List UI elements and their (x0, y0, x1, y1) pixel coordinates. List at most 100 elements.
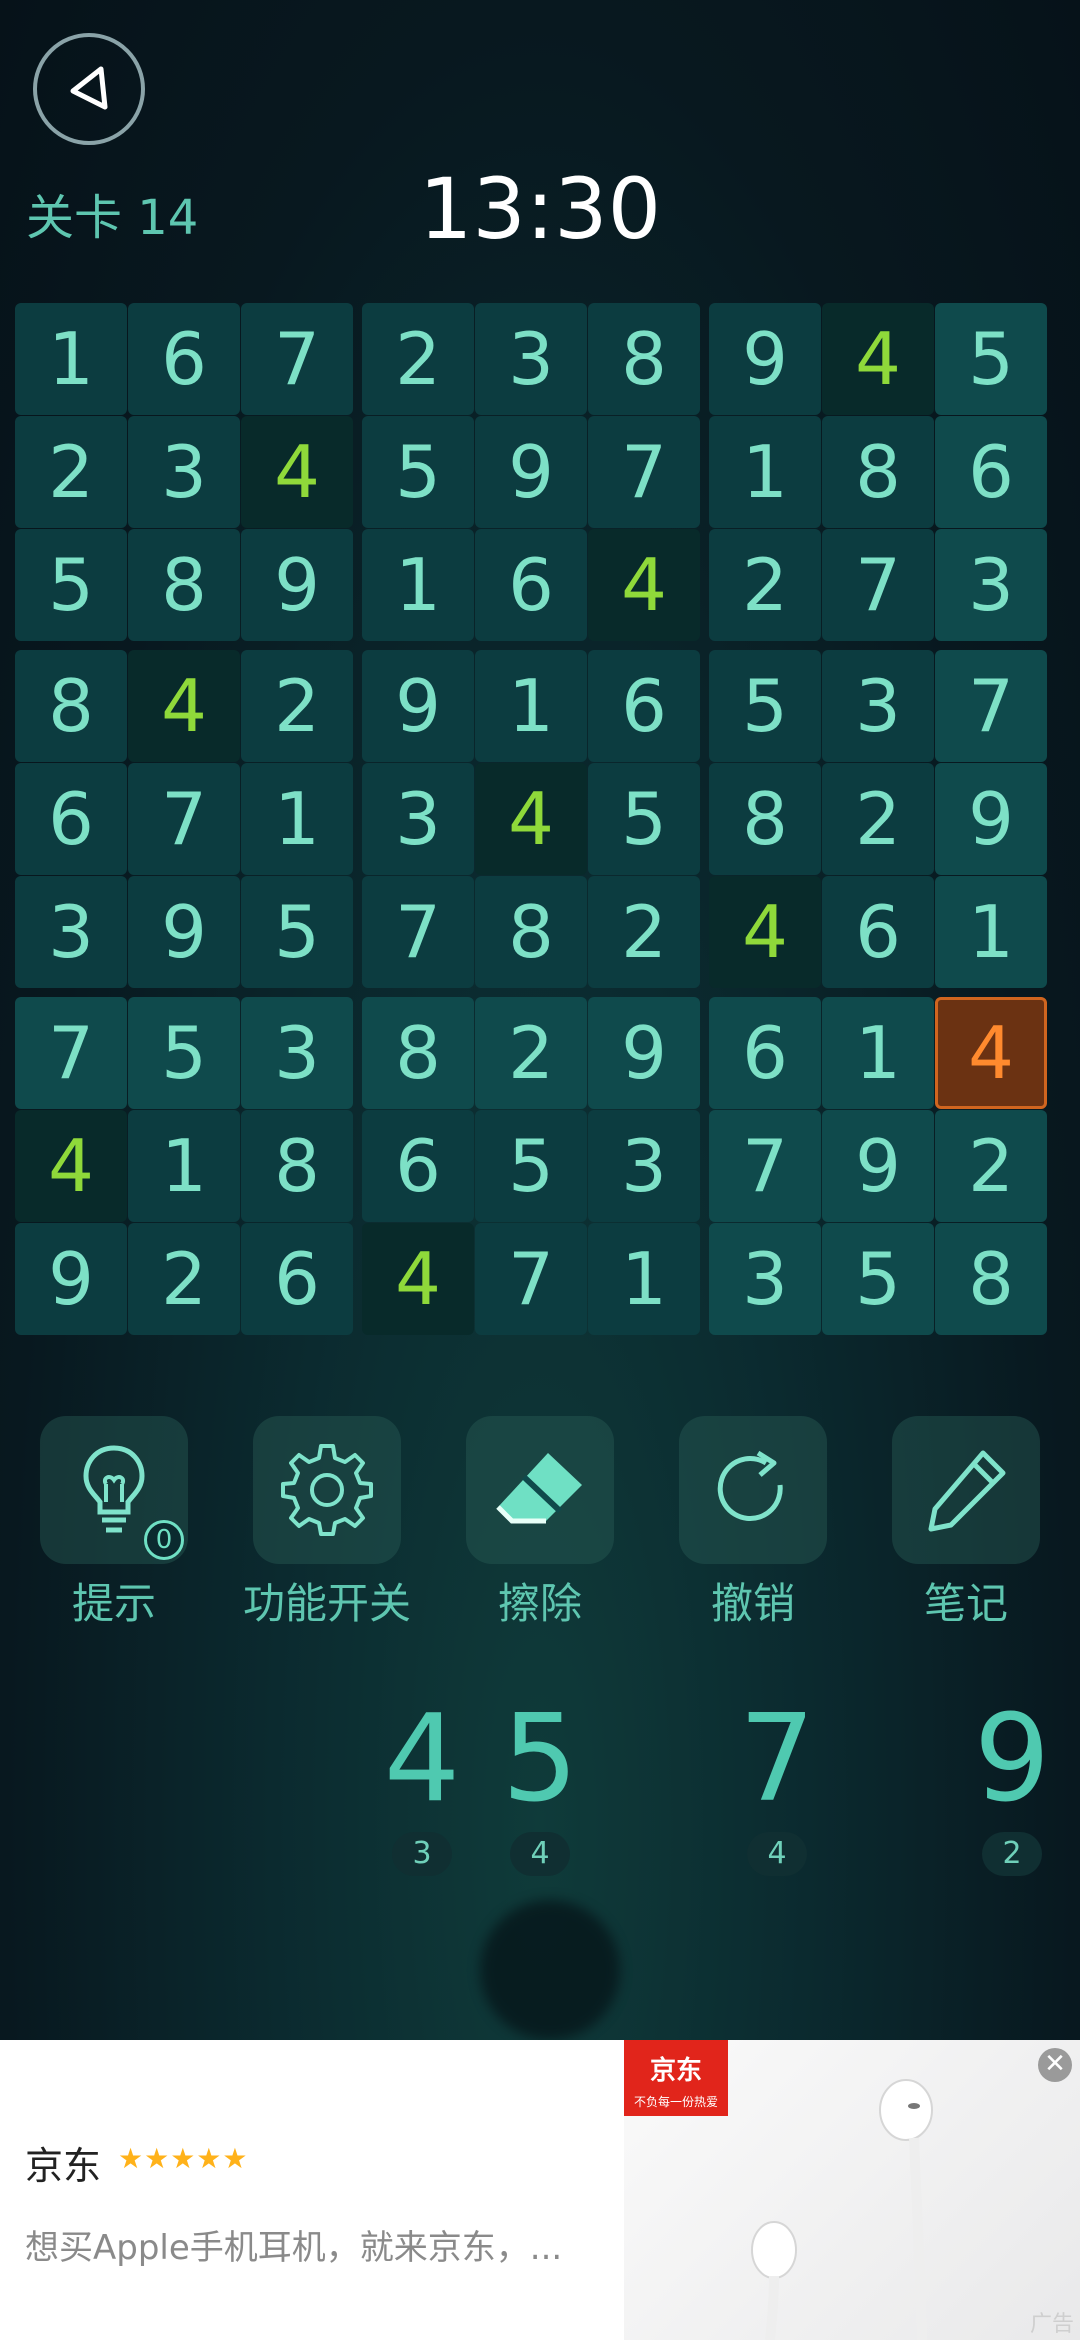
sudoku-cell-r3c8[interactable]: 7 (822, 529, 934, 641)
sudoku-cell-r3c5[interactable]: 6 (475, 529, 587, 641)
sudoku-cell-r7c9[interactable]: 4 (935, 997, 1047, 1109)
sudoku-cell-r6c4[interactable]: 7 (362, 876, 474, 988)
sudoku-cell-r2c1[interactable]: 2 (15, 416, 127, 528)
sudoku-cell-r4c7[interactable]: 5 (709, 650, 821, 762)
sudoku-cell-r9c4[interactable]: 4 (362, 1223, 474, 1335)
number-pad-4[interactable]: 4 (372, 1690, 472, 1829)
sudoku-cell-r3c4[interactable]: 1 (362, 529, 474, 641)
sudoku-cell-r3c3[interactable]: 9 (241, 529, 353, 641)
sudoku-cell-r6c8[interactable]: 6 (822, 876, 934, 988)
earphones-image (751, 2079, 933, 2340)
sudoku-cell-r6c5[interactable]: 8 (475, 876, 587, 988)
sudoku-cell-r9c1[interactable]: 9 (15, 1223, 127, 1335)
sudoku-cell-r2c3[interactable]: 4 (241, 416, 353, 528)
sudoku-cell-r2c8[interactable]: 8 (822, 416, 934, 528)
sudoku-cell-r1c9[interactable]: 5 (935, 303, 1047, 415)
sudoku-cell-r7c8[interactable]: 1 (822, 997, 934, 1109)
sudoku-cell-r8c3[interactable]: 8 (241, 1110, 353, 1222)
notes-label: 笔记 (923, 1579, 1008, 1628)
sudoku-cell-r1c2[interactable]: 6 (128, 303, 240, 415)
lightbulb-icon (83, 1445, 145, 1533)
sudoku-cell-r3c2[interactable]: 8 (128, 529, 240, 641)
sudoku-cell-r1c3[interactable]: 7 (241, 303, 353, 415)
sudoku-cell-r8c4[interactable]: 6 (362, 1110, 474, 1222)
sudoku-cell-r6c2[interactable]: 9 (128, 876, 240, 988)
number-pad-5[interactable]: 5 (490, 1690, 590, 1829)
number-pad-9[interactable]: 9 (962, 1690, 1062, 1829)
eraser-icon (496, 1453, 582, 1524)
ad-banner[interactable]: 京东 ★★★★★ 想买Apple手机耳机，就来京东，... 京东 不负每一份热爱… (0, 2040, 1080, 2340)
undo-label: 撤销 (710, 1579, 795, 1628)
sudoku-cell-r1c5[interactable]: 3 (475, 303, 587, 415)
sudoku-cell-r6c7[interactable]: 4 (709, 876, 821, 988)
sudoku-cell-r8c2[interactable]: 1 (128, 1110, 240, 1222)
sudoku-cell-r1c6[interactable]: 8 (588, 303, 700, 415)
sudoku-cell-r5c4[interactable]: 3 (362, 763, 474, 875)
sudoku-cell-r4c5[interactable]: 1 (475, 650, 587, 762)
sudoku-cell-r2c5[interactable]: 9 (475, 416, 587, 528)
sudoku-cell-r7c5[interactable]: 2 (475, 997, 587, 1109)
sudoku-cell-r7c3[interactable]: 3 (241, 997, 353, 1109)
notes-button[interactable] (892, 1416, 1040, 1564)
sudoku-cell-r9c9[interactable]: 8 (935, 1223, 1047, 1335)
sudoku-cell-r6c1[interactable]: 3 (15, 876, 127, 988)
erase-button[interactable] (466, 1416, 614, 1564)
sudoku-cell-r3c6[interactable]: 4 (588, 529, 700, 641)
sudoku-cell-r5c8[interactable]: 2 (822, 763, 934, 875)
sudoku-cell-r2c4[interactable]: 5 (362, 416, 474, 528)
sudoku-cell-r4c6[interactable]: 6 (588, 650, 700, 762)
sudoku-cell-r4c9[interactable]: 7 (935, 650, 1047, 762)
sudoku-cell-r4c1[interactable]: 8 (15, 650, 127, 762)
sudoku-cell-r3c1[interactable]: 5 (15, 529, 127, 641)
sudoku-cell-r5c5[interactable]: 4 (475, 763, 587, 875)
sudoku-cell-r8c7[interactable]: 7 (709, 1110, 821, 1222)
sudoku-cell-r7c4[interactable]: 8 (362, 997, 474, 1109)
sudoku-cell-r9c5[interactable]: 7 (475, 1223, 587, 1335)
sudoku-cell-r4c3[interactable]: 2 (241, 650, 353, 762)
sudoku-cell-r8c6[interactable]: 3 (588, 1110, 700, 1222)
sudoku-cell-r4c2[interactable]: 4 (128, 650, 240, 762)
sudoku-cell-r2c7[interactable]: 1 (709, 416, 821, 528)
sudoku-cell-r5c1[interactable]: 6 (15, 763, 127, 875)
settings-button[interactable] (253, 1416, 401, 1564)
sudoku-cell-r9c3[interactable]: 6 (241, 1223, 353, 1335)
sudoku-cell-r9c6[interactable]: 1 (588, 1223, 700, 1335)
sudoku-cell-r6c9[interactable]: 1 (935, 876, 1047, 988)
ad-image[interactable]: 京东 不负每一份热爱 ✕ 广告 (624, 2040, 1080, 2340)
sudoku-cell-r7c6[interactable]: 9 (588, 997, 700, 1109)
sudoku-cell-r6c3[interactable]: 5 (241, 876, 353, 988)
sudoku-cell-r5c9[interactable]: 9 (935, 763, 1047, 875)
sudoku-cell-r8c5[interactable]: 5 (475, 1110, 587, 1222)
sudoku-cell-r2c6[interactable]: 7 (588, 416, 700, 528)
sudoku-cell-r1c7[interactable]: 9 (709, 303, 821, 415)
sudoku-cell-r4c4[interactable]: 9 (362, 650, 474, 762)
sudoku-cell-r4c8[interactable]: 3 (822, 650, 934, 762)
sudoku-cell-r9c7[interactable]: 3 (709, 1223, 821, 1335)
sudoku-cell-r7c2[interactable]: 5 (128, 997, 240, 1109)
sudoku-cell-r8c9[interactable]: 2 (935, 1110, 1047, 1222)
sudoku-cell-r9c8[interactable]: 5 (822, 1223, 934, 1335)
sudoku-cell-r5c6[interactable]: 5 (588, 763, 700, 875)
sudoku-cell-r1c1[interactable]: 1 (15, 303, 127, 415)
number-pad-7[interactable]: 7 (727, 1690, 827, 1829)
sudoku-cell-r5c2[interactable]: 7 (128, 763, 240, 875)
sudoku-cell-r8c8[interactable]: 9 (822, 1110, 934, 1222)
undo-icon (717, 1450, 783, 1521)
sudoku-cell-r3c9[interactable]: 3 (935, 529, 1047, 641)
sudoku-cell-r2c9[interactable]: 6 (935, 416, 1047, 528)
sudoku-cell-r9c2[interactable]: 2 (128, 1223, 240, 1335)
undo-button[interactable] (679, 1416, 827, 1564)
ad-close-button[interactable]: ✕ (1038, 2048, 1072, 2082)
sudoku-cell-r6c6[interactable]: 2 (588, 876, 700, 988)
sudoku-cell-r2c2[interactable]: 3 (128, 416, 240, 528)
sudoku-cell-r7c1[interactable]: 7 (15, 997, 127, 1109)
sudoku-cell-r3c7[interactable]: 2 (709, 529, 821, 641)
sudoku-cell-r1c4[interactable]: 2 (362, 303, 474, 415)
sudoku-cell-r1c8[interactable]: 4 (822, 303, 934, 415)
number-pad-7-count: 4 (747, 1832, 807, 1876)
sudoku-cell-r8c1[interactable]: 4 (15, 1110, 127, 1222)
sudoku-cell-r5c7[interactable]: 8 (709, 763, 821, 875)
sudoku-cell-r5c3[interactable]: 1 (241, 763, 353, 875)
sudoku-cell-r7c7[interactable]: 6 (709, 997, 821, 1109)
back-button[interactable] (33, 33, 145, 145)
